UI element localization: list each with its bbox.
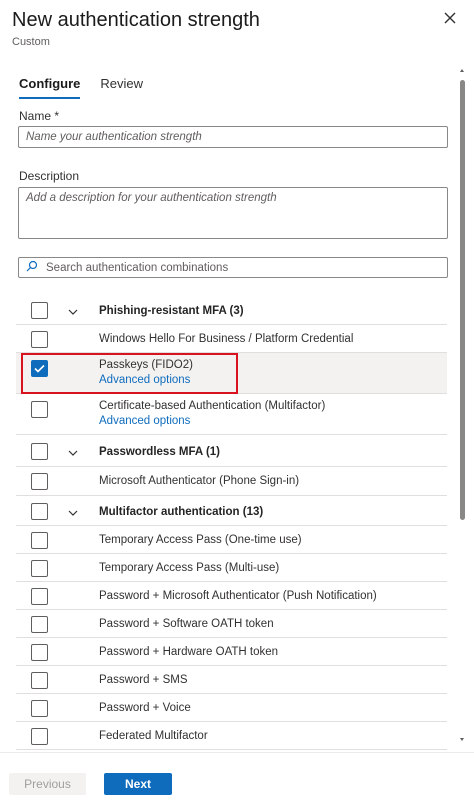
highlight-box bbox=[21, 353, 238, 394]
name-input[interactable]: Name your authentication strength bbox=[18, 126, 448, 148]
chevron-down-icon[interactable] bbox=[67, 446, 79, 458]
panel-header: New authentication strength Custom bbox=[12, 6, 260, 48]
item-label: Windows Hello For Business / Platform Cr… bbox=[99, 333, 354, 345]
previous-button[interactable]: Previous bbox=[9, 773, 86, 795]
group-label: Phishing-resistant MFA (3) bbox=[99, 305, 244, 317]
description-input[interactable]: Add a description for your authenticatio… bbox=[18, 187, 448, 239]
search-icon bbox=[26, 259, 38, 277]
item-label: Password + Voice bbox=[99, 702, 191, 714]
item-label: Certificate-based Authentication (Multif… bbox=[99, 400, 326, 412]
list-item[interactable]: Windows Hello For Business / Platform Cr… bbox=[16, 325, 447, 353]
checkbox[interactable] bbox=[31, 588, 48, 605]
list-item[interactable]: Temporary Access Pass (One-time use) bbox=[16, 526, 447, 554]
search-input[interactable]: Search authentication combinations bbox=[18, 257, 448, 278]
list-item[interactable]: Password + SMS bbox=[16, 666, 447, 694]
tab-configure[interactable]: Configure bbox=[19, 76, 81, 99]
checkbox[interactable] bbox=[31, 644, 48, 661]
item-label: Password + Hardware OATH token bbox=[99, 646, 279, 658]
group-row-phishing-resistant: Phishing-resistant MFA (3) bbox=[16, 296, 447, 325]
checkbox[interactable] bbox=[31, 503, 48, 520]
group-row-passwordless: Passwordless MFA (1) bbox=[16, 435, 447, 467]
advanced-options-link[interactable]: Advanced options bbox=[99, 415, 190, 427]
list-item[interactable]: Password + Hardware OATH token bbox=[16, 638, 447, 666]
item-label: Password + Software OATH token bbox=[99, 618, 274, 630]
item-label: Microsoft Authenticator (Phone Sign-in) bbox=[99, 475, 300, 487]
search-placeholder: Search authentication combinations bbox=[46, 261, 229, 274]
item-label: Password + SMS bbox=[99, 674, 188, 686]
close-icon[interactable] bbox=[440, 8, 460, 28]
checkbox[interactable] bbox=[31, 616, 48, 633]
name-label: Name * bbox=[19, 109, 60, 123]
list-item[interactable]: Password + Software OATH token bbox=[16, 610, 447, 638]
checkbox[interactable] bbox=[31, 473, 48, 490]
tab-bar: Configure Review bbox=[19, 76, 163, 99]
checkbox[interactable] bbox=[31, 331, 48, 348]
checkbox[interactable] bbox=[31, 728, 48, 745]
list-item[interactable]: Federated Multifactor bbox=[16, 722, 447, 750]
chevron-down-icon[interactable] bbox=[67, 506, 79, 518]
name-input-placeholder: Name your authentication strength bbox=[26, 131, 202, 143]
checkbox[interactable] bbox=[31, 443, 48, 460]
list-item[interactable]: Password + Voice bbox=[16, 694, 447, 722]
list-item[interactable]: Microsoft Authenticator (Phone Sign-in) bbox=[16, 467, 447, 496]
checkbox[interactable] bbox=[31, 700, 48, 717]
footer: Previous Next bbox=[0, 752, 474, 804]
chevron-down-icon[interactable] bbox=[67, 305, 79, 317]
checkbox[interactable] bbox=[31, 532, 48, 549]
item-label: Federated Multifactor bbox=[99, 730, 208, 742]
list-item[interactable]: Temporary Access Pass (Multi-use) bbox=[16, 554, 447, 582]
checkbox[interactable] bbox=[31, 672, 48, 689]
description-label: Description bbox=[19, 169, 80, 183]
tab-review[interactable]: Review bbox=[100, 76, 143, 99]
scrollbar-thumb[interactable] bbox=[460, 80, 465, 520]
checkbox[interactable] bbox=[31, 401, 48, 418]
item-label: Password + Microsoft Authenticator (Push… bbox=[99, 590, 377, 602]
group-label: Passwordless MFA (1) bbox=[99, 446, 221, 458]
item-label: Temporary Access Pass (Multi-use) bbox=[99, 562, 280, 574]
page-subtitle: Custom bbox=[12, 36, 50, 48]
page-title: New authentication strength bbox=[12, 9, 260, 31]
list-item[interactable]: Password + Microsoft Authenticator (Push… bbox=[16, 582, 447, 610]
checkbox[interactable] bbox=[31, 560, 48, 577]
checkbox[interactable] bbox=[31, 302, 48, 319]
next-button[interactable]: Next bbox=[104, 773, 172, 795]
item-label: Temporary Access Pass (One-time use) bbox=[99, 534, 302, 546]
group-row-multifactor: Multifactor authentication (13) bbox=[16, 496, 447, 526]
description-input-placeholder: Add a description for your authenticatio… bbox=[26, 192, 277, 204]
group-label: Multifactor authentication (13) bbox=[99, 506, 264, 518]
list-item[interactable]: Certificate-based Authentication (Multif… bbox=[16, 394, 447, 435]
